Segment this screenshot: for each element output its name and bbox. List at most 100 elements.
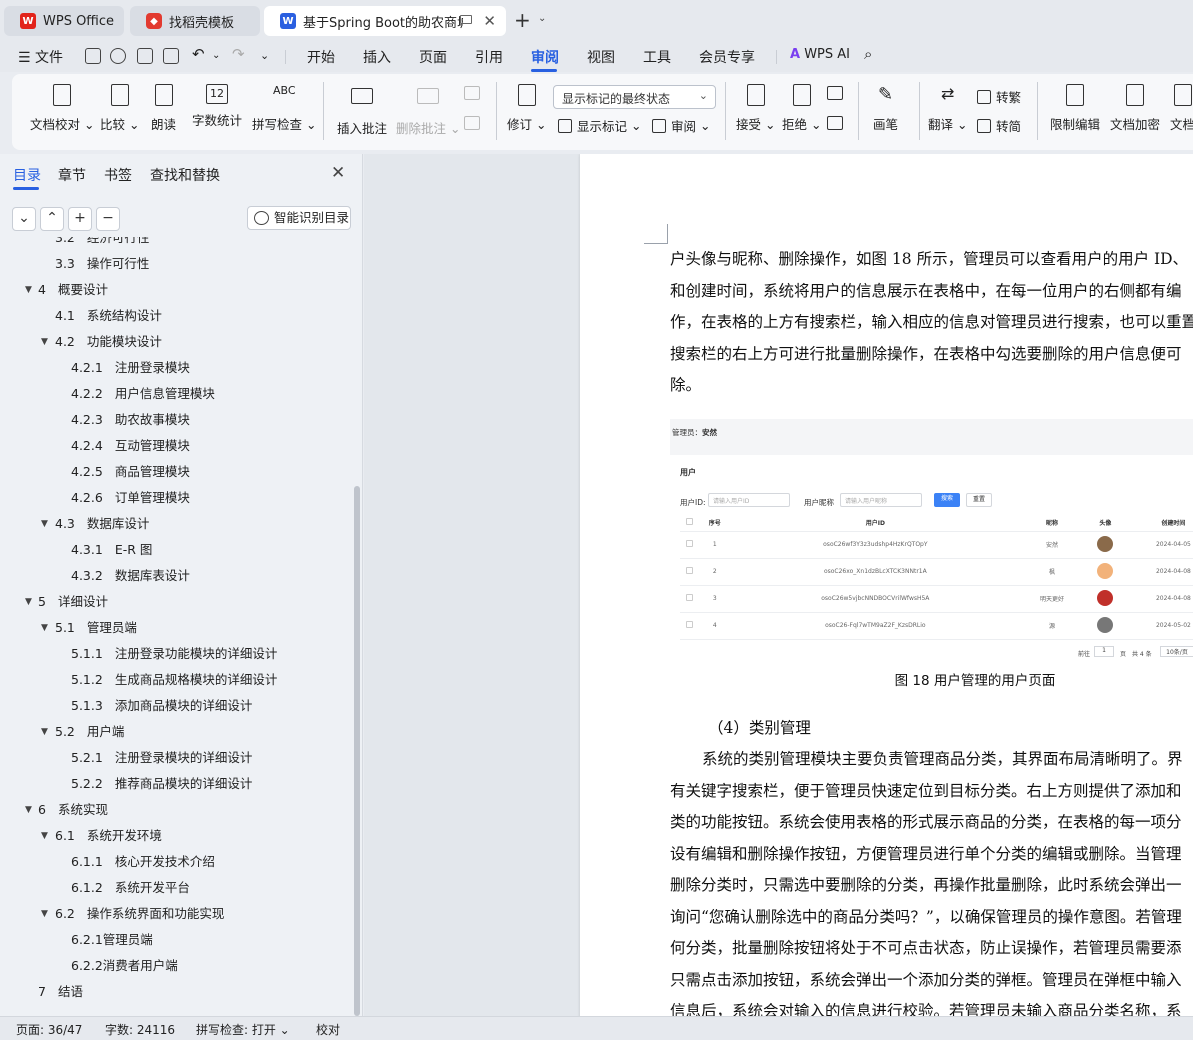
toc-item[interactable]: 5 详细设计 [38, 589, 108, 615]
tab-wps-office[interactable]: W WPS Office [4, 6, 124, 36]
revise-button[interactable]: 修订 ⌄ [507, 84, 546, 133]
review-pane-button[interactable]: 审阅 ⌄ [652, 116, 710, 135]
expand-triangle-icon[interactable]: ▼ [41, 901, 48, 927]
expand-triangle-icon[interactable]: ▼ [25, 277, 32, 303]
toc-item[interactable]: 7 结语 [38, 979, 83, 1005]
show-markup-button[interactable]: 显示标记 ⌄ [558, 116, 641, 135]
ink-button[interactable]: ✎ 画笔 [873, 84, 898, 133]
undo-icon[interactable]: ↶ [192, 45, 205, 63]
word-count-indicator[interactable]: 字数: 24116 [105, 1021, 175, 1038]
toc-item[interactable]: 3.2 经济可行性 [55, 237, 149, 251]
next-comment-button[interactable] [464, 116, 480, 136]
close-icon[interactable]: ✕ [331, 163, 345, 183]
insert-comment-button[interactable]: 插入批注 [337, 84, 387, 137]
ai-toc-button[interactable]: 智能识别目录 [247, 206, 351, 230]
reject-button[interactable]: 拒绝 ⌄ [782, 84, 821, 133]
menu-tools[interactable]: 工具 [643, 47, 671, 67]
redo-icon[interactable]: ↷ [232, 45, 245, 63]
compare-button[interactable]: 比较 ⌄ [100, 84, 139, 133]
toc-item[interactable]: 4.2.3 助农故事模块 [71, 407, 190, 433]
toc-item[interactable]: 4 概要设计 [38, 277, 108, 303]
menu-review[interactable]: 审阅 [531, 47, 559, 67]
toc-item[interactable]: 5.2.1 注册登录模块的详细设计 [71, 745, 252, 771]
spell-check-button[interactable]: ABC 拼写检查 ⌄ [252, 84, 316, 133]
search-icon[interactable]: ⌕ [864, 45, 872, 63]
close-icon[interactable]: ✕ [483, 12, 496, 30]
prev-change-button[interactable] [827, 86, 843, 106]
document-page[interactable]: 户头像与昵称、删除操作，如图 18 所示，管理员可以查看用户的用户 ID、 和创建… [580, 154, 1193, 1016]
expand-triangle-icon[interactable]: ▼ [41, 511, 48, 537]
next-change-button[interactable] [827, 116, 843, 136]
proof-indicator[interactable]: 校对 [316, 1021, 340, 1038]
wps-ai-button[interactable]: A WPS AI [790, 47, 850, 62]
menu-file[interactable]: ☰ 文件 [18, 47, 63, 67]
promote-level-button[interactable]: + [68, 207, 92, 231]
expand-triangle-icon[interactable]: ▼ [41, 719, 48, 745]
to-traditional-button[interactable]: 转繁 [977, 87, 1021, 106]
tab-template[interactable]: ◆ 找稻壳模板 [130, 6, 260, 36]
toc-item[interactable]: 4.3.1 E-R 图 [71, 537, 152, 563]
toc-item[interactable]: 6.1.1 核心开发技术介绍 [71, 849, 215, 875]
spell-check-indicator[interactable]: 拼写检查: 打开 ⌄ [196, 1021, 290, 1038]
print-preview-icon[interactable] [163, 48, 179, 64]
screen-icon[interactable] [460, 15, 472, 24]
toc-item[interactable]: 3.3 操作可行性 [55, 251, 149, 277]
toc-item[interactable]: 4.3.2 数据库表设计 [71, 563, 190, 589]
collapse-all-button[interactable]: ⌄ [12, 207, 36, 231]
print-icon[interactable] [137, 48, 153, 64]
toc-item[interactable]: 5.1.1 注册登录功能模块的详细设计 [71, 641, 277, 667]
restrict-edit-button[interactable]: 限制编辑 [1050, 84, 1100, 133]
toc-item[interactable]: 5.2 用户端 [55, 719, 124, 745]
toc-item[interactable]: 6 系统实现 [38, 797, 108, 823]
toc-item[interactable]: 4.2.5 商品管理模块 [71, 459, 190, 485]
toc-item[interactable]: 4.2.4 互动管理模块 [71, 433, 190, 459]
toc-item[interactable]: 5.2.2 推荐商品模块的详细设计 [71, 771, 252, 797]
menu-home[interactable]: 开始 [307, 47, 335, 67]
menu-page[interactable]: 页面 [419, 47, 447, 67]
expand-triangle-icon[interactable]: ▼ [41, 329, 48, 355]
chevron-down-icon[interactable]: ⌄ [212, 50, 220, 61]
scrollbar[interactable] [354, 486, 360, 1016]
menu-member[interactable]: 会员专享 [699, 47, 755, 67]
toc-item[interactable]: 5.1.3 添加商品模块的详细设计 [71, 693, 252, 719]
delete-comment-button[interactable]: 删除批注 ⌄ [396, 84, 460, 137]
tab-document[interactable]: W 基于Spring Boot的助农商城的 ✕ [264, 6, 506, 36]
proofread-button[interactable]: 文档校对 ⌄ [30, 84, 94, 133]
read-aloud-button[interactable]: 朗读 [151, 84, 176, 133]
expand-triangle-icon[interactable]: ▼ [41, 823, 48, 849]
encrypt-button[interactable]: 文档加密 [1110, 84, 1160, 133]
tab-bookmarks[interactable]: 书签 [104, 165, 132, 185]
menu-insert[interactable]: 插入 [363, 47, 391, 67]
toc-item[interactable]: 4.2.1 注册登录模块 [71, 355, 190, 381]
markup-state-select[interactable]: 显示标记的最终状态 ⌄ [553, 85, 716, 109]
page-indicator[interactable]: 页面: 36/47 [16, 1021, 82, 1038]
tab-toc[interactable]: 目录 [13, 165, 41, 185]
toc-item[interactable]: 4.3 数据库设计 [55, 511, 149, 537]
tab-chapters[interactable]: 章节 [58, 165, 86, 185]
toc-item[interactable]: 6.2.1管理员端 [71, 927, 165, 953]
tab-find-replace[interactable]: 查找和替换 [150, 165, 220, 185]
prev-comment-button[interactable] [464, 86, 480, 106]
toc-item[interactable]: 4.2.2 用户信息管理模块 [71, 381, 215, 407]
demote-level-button[interactable]: − [96, 207, 120, 231]
save-icon[interactable] [85, 48, 101, 64]
chevron-down-icon[interactable]: ⌄ [538, 13, 546, 24]
word-count-button[interactable]: 12 字数统计 [192, 84, 242, 129]
toc-item[interactable]: 6.1.2 系统开发平台 [71, 875, 190, 901]
expand-triangle-icon[interactable]: ▼ [41, 615, 48, 641]
to-simplified-button[interactable]: 转简 [977, 116, 1021, 135]
export-icon[interactable] [110, 48, 126, 64]
menu-references[interactable]: 引用 [475, 47, 503, 67]
chevron-down-icon[interactable]: ⌄ [260, 49, 269, 62]
more-doc-button[interactable]: 文档 [1170, 84, 1193, 133]
toc-item[interactable]: 4.2 功能模块设计 [55, 329, 162, 355]
toc-item[interactable]: 6.2.2消费者用户端 [71, 953, 190, 979]
expand-triangle-icon[interactable]: ▼ [25, 589, 32, 615]
expand-up-button[interactable]: ⌃ [40, 207, 64, 231]
menu-view[interactable]: 视图 [587, 47, 615, 67]
translate-button[interactable]: ⇄ 翻译 ⌄ [928, 84, 967, 133]
toc-item[interactable]: 5.1.2 生成商品规格模块的详细设计 [71, 667, 277, 693]
toc-item[interactable]: 5.1 管理员端 [55, 615, 137, 641]
toc-item[interactable]: 6.1 系统开发环境 [55, 823, 162, 849]
expand-triangle-icon[interactable]: ▼ [25, 797, 32, 823]
